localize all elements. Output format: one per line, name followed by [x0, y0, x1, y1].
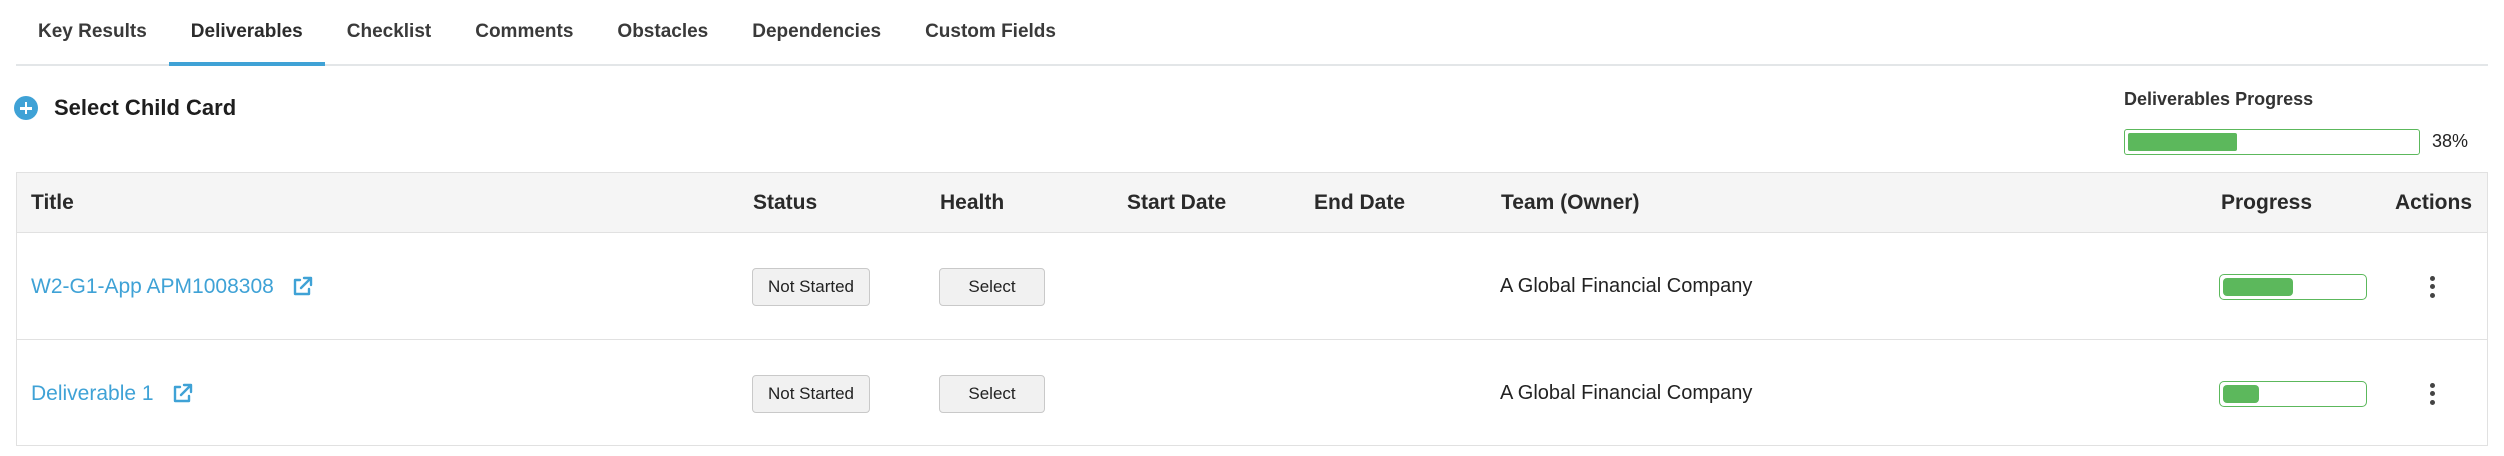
status-button[interactable]: Not Started	[752, 267, 870, 306]
progress-cell	[2219, 233, 2367, 340]
column-header-team-owner[interactable]: Team (Owner)	[1501, 173, 1639, 233]
tab-deliverables[interactable]: Deliverables	[168, 0, 325, 66]
tab-key-results[interactable]: Key Results	[16, 0, 169, 64]
column-header-progress[interactable]: Progress	[2221, 173, 2312, 233]
table-header: Title Status Health Start Date End Date …	[17, 173, 2487, 233]
health-cell: Select	[939, 340, 1045, 447]
select-child-card-button[interactable]: Select Child Card	[14, 94, 236, 122]
column-header-health[interactable]: Health	[940, 173, 1004, 233]
column-header-end-date[interactable]: End Date	[1314, 173, 1405, 233]
deliverable-title-link[interactable]: Deliverable 1	[31, 382, 154, 406]
select-child-card-label: Select Child Card	[54, 95, 237, 120]
row-progress-bar	[2219, 380, 2367, 407]
tab-custom-fields[interactable]: Custom Fields	[903, 0, 1078, 64]
column-header-title[interactable]: Title	[31, 173, 74, 233]
column-header-start-date[interactable]: Start Date	[1127, 173, 1226, 233]
health-cell: Select	[939, 233, 1045, 340]
table-row: W2-G1-App APM1008308 Not Started Select …	[17, 233, 2487, 340]
kebab-menu-icon[interactable]	[2422, 270, 2442, 304]
row-progress-bar	[2219, 273, 2367, 300]
tab-obstacles[interactable]: Obstacles	[595, 0, 730, 64]
column-header-actions: Actions	[2395, 191, 2473, 214]
plus-circle-icon[interactable]	[14, 96, 38, 120]
tab-bar: Key Results Deliverables Checklist Comme…	[16, 0, 2488, 66]
deliverables-progress-percent: 38%	[2432, 131, 2469, 151]
deliverables-progress-title: Deliverables Progress	[2124, 89, 2314, 109]
row-progress-fill	[2223, 277, 2293, 296]
deliverables-table: Title Status Health Start Date End Date …	[16, 172, 2488, 446]
health-select-button[interactable]: Select	[939, 267, 1045, 306]
progress-cell	[2219, 340, 2367, 447]
title-cell: W2-G1-App APM1008308	[31, 233, 314, 340]
status-cell: Not Started	[752, 340, 870, 447]
team-owner-cell: A Global Financial Company	[1500, 382, 1753, 404]
external-link-icon[interactable]	[290, 275, 314, 299]
title-cell: Deliverable 1	[31, 340, 194, 447]
tab-checklist[interactable]: Checklist	[325, 0, 453, 64]
row-progress-fill	[2223, 384, 2260, 403]
actions-cell	[2422, 233, 2442, 340]
external-link-icon[interactable]	[170, 382, 194, 406]
kebab-menu-icon[interactable]	[2422, 377, 2442, 411]
status-cell: Not Started	[752, 233, 870, 340]
team-owner-cell: A Global Financial Company	[1500, 275, 1753, 297]
table-row: Deliverable 1 Not Started Select A Globa…	[17, 340, 2487, 447]
actions-cell	[2422, 340, 2442, 447]
deliverables-progress-bar	[2124, 129, 2420, 155]
deliverable-title-link[interactable]: W2-G1-App APM1008308	[31, 275, 274, 299]
tab-dependencies[interactable]: Dependencies	[730, 0, 903, 64]
tab-comments[interactable]: Comments	[453, 0, 595, 64]
health-select-button[interactable]: Select	[939, 374, 1045, 413]
deliverables-progress-fill	[2128, 133, 2238, 151]
status-button[interactable]: Not Started	[752, 374, 870, 413]
column-header-status[interactable]: Status	[753, 173, 817, 233]
